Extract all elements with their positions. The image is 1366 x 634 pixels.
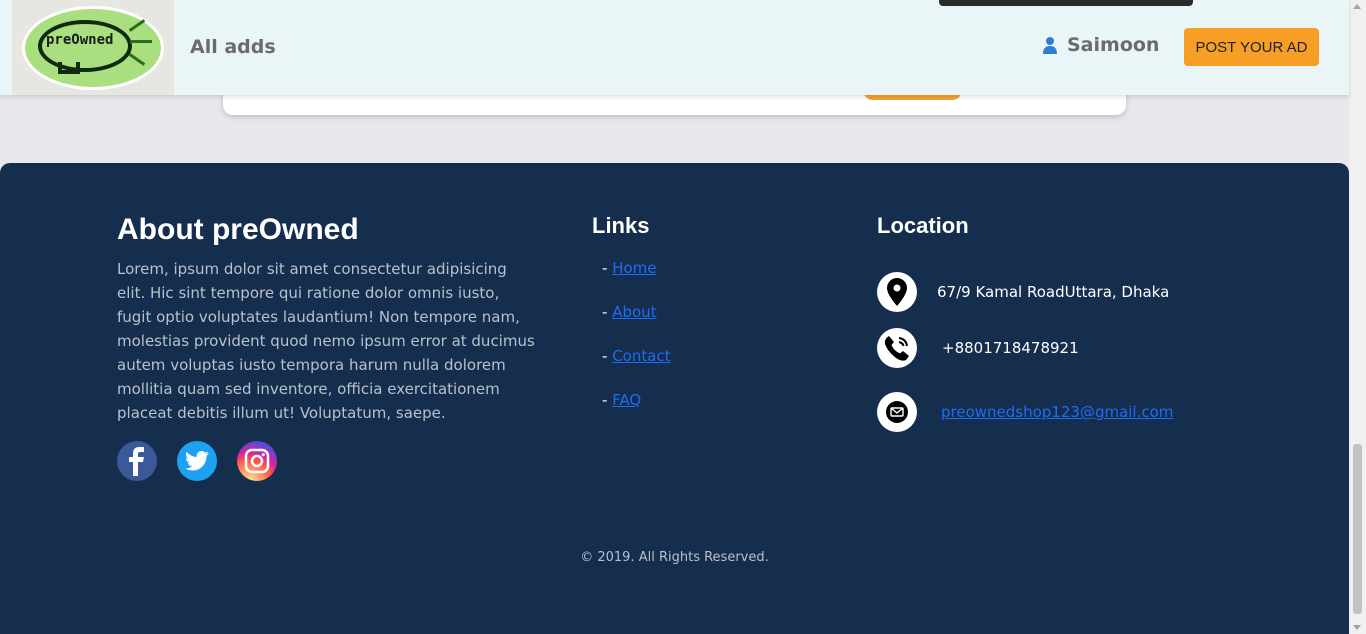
dropdown-edge (939, 0, 1193, 6)
phone-text: +8801718478921 (942, 339, 1079, 357)
footer-link-faq: - FAQ (602, 391, 642, 409)
link-about[interactable]: About (612, 303, 656, 321)
top-navbar: preOwned All adds Saimoon POST YOUR AD (0, 0, 1349, 95)
logo-ray (130, 40, 152, 43)
scroll-down-arrow-icon[interactable] (1353, 625, 1361, 630)
footer-link-contact: - Contact (602, 347, 671, 365)
footer-link-about: - About (602, 303, 657, 321)
email-row: preownedshop123@gmail.com (877, 392, 1173, 432)
megaphone-handle (58, 62, 80, 74)
email-link[interactable]: preownedshop123@gmail.com (941, 403, 1173, 421)
twitter-icon[interactable] (177, 441, 217, 481)
scroll-up-arrow-icon[interactable] (1353, 4, 1361, 9)
links-title: Links (592, 213, 650, 238)
user-icon (1043, 37, 1057, 54)
user-menu[interactable]: Saimoon (1041, 34, 1159, 56)
link-faq[interactable]: FAQ (612, 391, 641, 409)
phone-icon (877, 328, 917, 368)
location-title: Location (877, 213, 969, 238)
logo-text: preOwned (46, 32, 114, 48)
facebook-icon[interactable] (117, 441, 157, 481)
mail-icon (877, 392, 917, 432)
footer-links: - Home - About - Contact - FAQ (602, 259, 671, 435)
site-footer: About preOwned Lorem, ipsum dolor sit am… (0, 163, 1349, 634)
map-pin-icon (877, 272, 917, 312)
nav-all-adds[interactable]: All adds (190, 36, 276, 58)
copyright-text: © 2019. All Rights Reserved. (580, 550, 769, 565)
link-contact[interactable]: Contact (612, 347, 670, 365)
scroll-thumb[interactable] (1353, 444, 1362, 614)
post-ad-button[interactable]: POST YOUR AD (1184, 28, 1319, 66)
instagram-icon[interactable] (237, 441, 277, 481)
address-row: 67/9 Kamal RoadUttara, Dhaka (877, 272, 1169, 312)
phone-row: +8801718478921 (877, 328, 1079, 368)
address-text: 67/9 Kamal RoadUttara, Dhaka (937, 283, 1170, 301)
about-text: Lorem, ipsum dolor sit amet consectetur … (117, 260, 535, 422)
link-home[interactable]: Home (612, 259, 656, 277)
site-logo[interactable]: preOwned (12, 0, 174, 95)
about-title: About preOwned (117, 213, 359, 246)
page-scrollbar[interactable] (1349, 0, 1366, 634)
user-name: Saimoon (1067, 34, 1160, 56)
footer-link-home: - Home (602, 259, 657, 277)
